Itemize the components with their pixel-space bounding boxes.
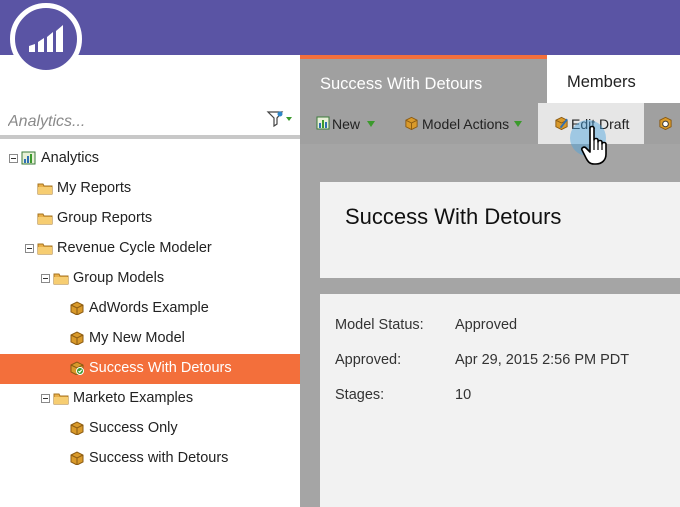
model-status-label: Model Status: — [335, 317, 424, 333]
tree-item-my-new-model[interactable]: My New Model — [0, 324, 300, 354]
model-status-value: Approved — [455, 317, 518, 333]
model-title-card: Success With Detours — [320, 182, 680, 278]
collapse-toggle-icon[interactable] — [9, 154, 18, 163]
tree-item-label: My Reports — [57, 180, 132, 196]
tree-item-label: Marketo Examples — [73, 390, 194, 406]
tab-members[interactable]: Members — [547, 55, 680, 103]
model-icon — [69, 331, 85, 346]
tree-item-group-reports[interactable]: Group Reports — [0, 204, 300, 234]
top-header — [0, 0, 680, 55]
folder-icon — [53, 391, 69, 405]
tree-item-label: Group Models — [73, 270, 165, 286]
folder-icon — [53, 271, 69, 285]
tree-item-adwords-example[interactable]: AdWords Example — [0, 294, 300, 324]
left-navigation-panel: Analytics My Reports Group Reports Reven… — [0, 55, 300, 507]
folder-icon — [37, 211, 53, 225]
folder-icon — [37, 181, 53, 195]
tab-bar: Success With Detours Members — [300, 55, 680, 103]
tree-item-label: Success With Detours — [89, 360, 232, 376]
approved-model-icon — [69, 361, 85, 376]
folder-icon — [37, 241, 53, 255]
model-search-icon — [658, 116, 673, 131]
tree-item-analytics[interactable]: Analytics — [0, 144, 300, 174]
tree-item-group-models[interactable]: Group Models — [0, 264, 300, 294]
collapse-toggle-icon[interactable] — [41, 274, 50, 283]
tree-item-label: Success Only — [89, 420, 178, 436]
stages-label: Stages: — [335, 387, 385, 403]
more-actions-button[interactable] — [652, 103, 680, 144]
tab-label: Members — [567, 73, 636, 91]
model-details-area: Success With Detours Model Status: Appro… — [300, 144, 680, 507]
marketo-logo-icon[interactable] — [10, 3, 82, 75]
model-actions-label: Model Actions — [422, 116, 510, 132]
tree-search — [0, 103, 300, 139]
search-input[interactable] — [8, 111, 248, 133]
approved-label: Approved: — [335, 352, 402, 368]
tree-item-marketo-examples[interactable]: Marketo Examples — [0, 384, 300, 414]
model-icon — [69, 421, 85, 436]
tree-item-success-with-detours-example[interactable]: Success with Detours — [0, 444, 300, 474]
tree-item-revenue-cycle-modeler[interactable]: Revenue Cycle Modeler — [0, 234, 300, 264]
model-toolbar: New Model Actions Edit Draft — [300, 103, 680, 144]
chevron-down-icon[interactable] — [367, 121, 375, 127]
tree-item-label: Group Reports — [57, 210, 153, 226]
tree-item-label: Analytics — [41, 150, 100, 166]
model-actions-button[interactable]: Model Actions — [396, 103, 532, 144]
collapse-toggle-icon[interactable] — [25, 244, 34, 253]
new-icon — [316, 116, 331, 130]
model-icon — [69, 451, 85, 466]
tree-item-label: Revenue Cycle Modeler — [57, 240, 212, 256]
stages-value: 10 — [455, 387, 472, 403]
approved-value: Apr 29, 2015 2:56 PM PDT — [455, 352, 630, 368]
tree-item-success-with-detours[interactable]: Success With Detours — [0, 354, 300, 384]
tab-success-with-detours[interactable]: Success With Detours — [300, 55, 547, 103]
new-button[interactable]: New — [300, 103, 382, 144]
tree-item-my-reports[interactable]: My Reports — [0, 174, 300, 204]
new-label: New — [332, 116, 361, 132]
filter-icon[interactable] — [266, 109, 294, 129]
tree-item-success-only[interactable]: Success Only — [0, 414, 300, 444]
collapse-toggle-icon[interactable] — [41, 394, 50, 403]
model-info-card: Model Status: Approved Approved: Apr 29,… — [320, 294, 680, 507]
tree-item-label: Success with Detours — [89, 450, 229, 466]
tree-item-label: AdWords Example — [89, 300, 209, 316]
tab-label: Success With Detours — [320, 75, 483, 93]
chevron-down-icon[interactable] — [514, 121, 522, 127]
model-icon — [404, 116, 419, 131]
hand-cursor-icon — [568, 118, 616, 170]
model-title: Success With Detours — [345, 204, 562, 229]
tree-item-label: My New Model — [89, 330, 185, 346]
analytics-root-icon — [21, 151, 37, 165]
model-icon — [69, 301, 85, 316]
edit-model-icon — [554, 116, 569, 131]
